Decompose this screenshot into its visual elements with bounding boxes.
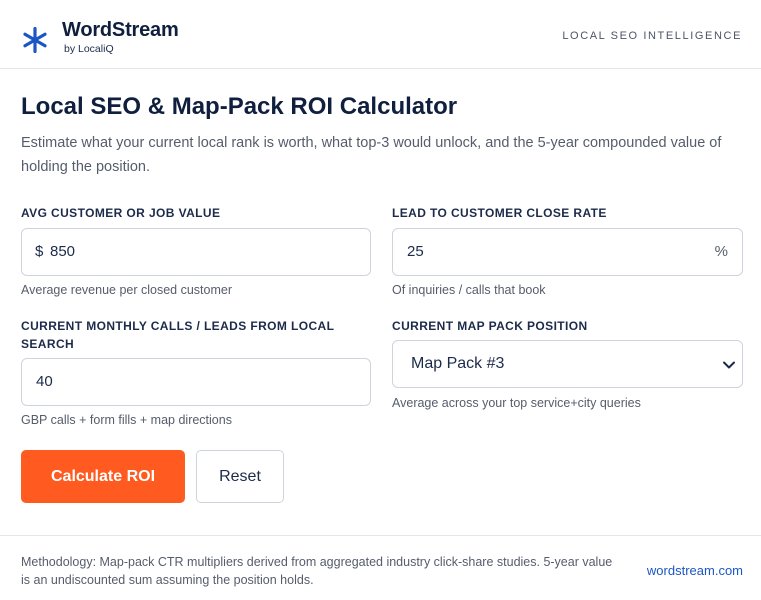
header-tagline: LOCAL SEO INTELLIGENCE [562,30,742,42]
brand-subtitle: by LocaliQ [64,43,114,55]
customer-value-label: AVG CUSTOMER OR JOB VALUE [21,206,221,220]
close-rate-field[interactable]: 25 % [392,228,743,276]
map-position-select[interactable]: Map Pack #3 [392,340,743,388]
chevron-down-icon [723,361,735,369]
footer-divider [0,535,761,536]
site-header: WordStream by LocaliQ LOCAL SEO INTELLIG… [0,0,761,69]
customer-value-field[interactable]: $ 850 [21,228,371,276]
close-rate-label: LEAD TO CUSTOMER CLOSE RATE [392,206,607,220]
percent-suffix: % [714,243,728,260]
customer-value-input[interactable]: 850 [50,243,75,260]
wordstream-link[interactable]: wordstream.com [647,563,743,578]
map-position-hint: Average across your top service+city que… [392,396,641,410]
map-position-label: CURRENT MAP PACK POSITION [392,319,588,333]
monthly-leads-hint: GBP calls + form fills + map directions [21,413,232,427]
map-position-selected: Map Pack #3 [411,355,505,372]
brand-name[interactable]: WordStream [62,19,179,42]
close-rate-hint: Of inquiries / calls that book [392,283,546,297]
page-subtitle: Estimate what your current local rank is… [21,135,722,175]
close-rate-input[interactable]: 25 [407,243,424,260]
monthly-leads-field[interactable]: 40 [21,358,371,406]
asterisk-icon [23,27,47,53]
currency-prefix: $ [35,243,44,260]
customer-value-hint: Average revenue per closed customer [21,283,232,297]
monthly-leads-input[interactable]: 40 [36,373,53,390]
reset-button[interactable]: Reset [196,450,284,503]
calculate-roi-button[interactable]: Calculate ROI [21,450,185,503]
page-title: Local SEO & Map-Pack ROI Calculator [21,93,458,120]
methodology-note: Methodology: Map-pack CTR multipliers de… [21,555,613,587]
monthly-leads-label: CURRENT MONTHLY CALLS / LEADS FROM LOCAL… [21,319,335,351]
